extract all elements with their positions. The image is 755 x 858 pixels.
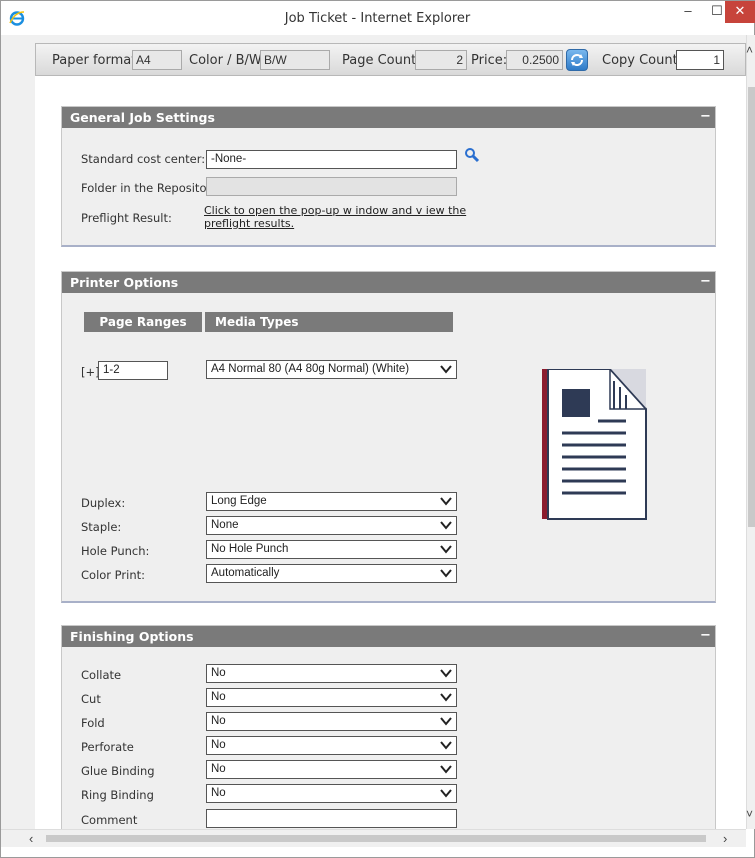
fold-label: Fold [81, 716, 105, 730]
printer-options-panel: Printer Options − Page Ranges Media Type… [61, 271, 716, 603]
cut-label: Cut [81, 692, 101, 706]
chevron-down-icon [440, 669, 452, 678]
glue-binding-value: No [211, 763, 226, 775]
staple-label: Staple: [81, 520, 122, 534]
chevron-down-icon [440, 521, 452, 530]
horizontal-scrollbar[interactable]: ‹ › [1, 829, 746, 847]
search-icon[interactable] [464, 147, 480, 163]
perforate-label: Perforate [81, 740, 134, 754]
paper-format-label: Paper format: [52, 53, 141, 68]
repository-folder-label: Folder in the Repository: [81, 181, 222, 195]
price-field: 0.2500 [506, 50, 563, 70]
collapse-icon[interactable]: − [700, 274, 711, 289]
close-button[interactable]: ✕ [725, 1, 755, 23]
horizontal-scroll-thumb[interactable] [46, 835, 706, 842]
document-preview-icon [542, 369, 647, 520]
refresh-button[interactable] [566, 49, 588, 71]
comment-label: Comment [81, 813, 138, 827]
copy-count-input[interactable] [676, 50, 724, 70]
chevron-down-icon [440, 717, 452, 726]
expand-range-toggle[interactable]: [+] [81, 365, 100, 379]
preflight-link[interactable]: Click to open the pop-up w indow and v i… [204, 204, 484, 230]
chevron-down-icon [440, 765, 452, 774]
chevron-down-icon [440, 365, 452, 374]
collate-label: Collate [81, 668, 122, 682]
collate-value: No [211, 667, 226, 679]
printer-options-header[interactable]: Printer Options − [62, 272, 715, 293]
scroll-down-icon[interactable]: ˅ [746, 807, 753, 821]
color-mode-label: Color / B/W: [189, 53, 266, 68]
title-bar: Job Ticket - Internet Explorer – ☐ ✕ [1, 1, 755, 35]
general-job-settings-header[interactable]: General Job Settings − [62, 107, 715, 128]
comment-input[interactable] [206, 809, 457, 828]
cut-value: No [211, 691, 226, 703]
minimize-button[interactable]: – [673, 1, 703, 23]
staple-select[interactable]: None [206, 516, 457, 535]
fold-value: No [211, 715, 226, 727]
media-types-column-header: Media Types [205, 312, 453, 332]
color-print-value: Automatically [211, 567, 280, 579]
chevron-down-icon [440, 789, 452, 798]
ring-binding-value: No [211, 787, 226, 799]
media-type-select[interactable]: A4 Normal 80 (A4 80g Normal) (White) [206, 360, 457, 379]
collapse-icon[interactable]: − [700, 628, 711, 643]
panel-title: Printer Options [70, 275, 179, 290]
page-count-label: Page Count: [342, 53, 421, 68]
staple-value: None [211, 519, 239, 531]
finishing-options-header[interactable]: Finishing Options − [62, 626, 715, 647]
cut-select[interactable]: No [206, 688, 457, 707]
paper-format-field: A4 [132, 50, 182, 70]
scroll-right-icon[interactable]: › [723, 831, 727, 846]
page-range-input[interactable]: 1-2 [98, 361, 168, 380]
glue-binding-label: Glue Binding [81, 764, 155, 778]
hole-punch-value: No Hole Punch [211, 543, 289, 555]
chevron-down-icon [440, 569, 452, 578]
job-ticket-form: General Job Settings − Standard cost cen… [35, 76, 746, 829]
color-mode-field: B/W [260, 50, 330, 70]
cost-center-label: Standard cost center: [81, 152, 206, 166]
browser-window: Job Ticket - Internet Explorer – ☐ ✕ Pap… [0, 0, 755, 858]
panel-title: Finishing Options [70, 629, 194, 644]
perforate-select[interactable]: No [206, 736, 457, 755]
panel-title: General Job Settings [70, 110, 215, 125]
chevron-down-icon [440, 741, 452, 750]
scroll-up-icon[interactable]: ˄ [746, 43, 753, 57]
preflight-label: Preflight Result: [81, 211, 172, 225]
chevron-down-icon [440, 693, 452, 702]
fold-select[interactable]: No [206, 712, 457, 731]
ring-binding-label: Ring Binding [81, 788, 154, 802]
hole-punch-label: Hole Punch: [81, 544, 150, 558]
collate-select[interactable]: No [206, 664, 457, 683]
cost-center-input[interactable]: -None- [206, 150, 457, 169]
page-ranges-column-header: Page Ranges [84, 312, 202, 332]
general-job-settings-panel: General Job Settings − Standard cost cen… [61, 106, 716, 247]
duplex-value: Long Edge [211, 495, 267, 507]
color-print-select[interactable]: Automatically [206, 564, 457, 583]
duplex-label: Duplex: [81, 496, 126, 510]
vertical-scroll-thumb[interactable] [748, 87, 755, 527]
copy-count-label: Copy Count: [602, 53, 683, 68]
page-count-field: 2 [415, 50, 467, 70]
job-summary-bar: Paper format: A4 Color / B/W: B/W Page C… [35, 43, 746, 76]
scroll-left-icon[interactable]: ‹ [29, 831, 33, 846]
chevron-down-icon [440, 545, 452, 554]
color-print-label: Color Print: [81, 568, 146, 582]
ring-binding-select[interactable]: No [206, 784, 457, 803]
vertical-scrollbar[interactable]: ˄ ˅ [746, 35, 755, 829]
hole-punch-select[interactable]: No Hole Punch [206, 540, 457, 559]
finishing-options-panel: Finishing Options − Collate No Cut No Fo… [61, 625, 716, 829]
perforate-value: No [211, 739, 226, 751]
page-viewport: Paper format: A4 Color / B/W: B/W Page C… [1, 35, 746, 829]
chevron-down-icon [440, 497, 452, 506]
window-title: Job Ticket - Internet Explorer [284, 11, 471, 26]
duplex-select[interactable]: Long Edge [206, 492, 457, 511]
price-label: Price: [471, 53, 508, 68]
repository-folder-input [206, 177, 457, 196]
media-type-value: A4 Normal 80 (A4 80g Normal) (White) [211, 363, 410, 375]
glue-binding-select[interactable]: No [206, 760, 457, 779]
collapse-icon[interactable]: − [700, 109, 711, 124]
refresh-icon [571, 54, 583, 66]
